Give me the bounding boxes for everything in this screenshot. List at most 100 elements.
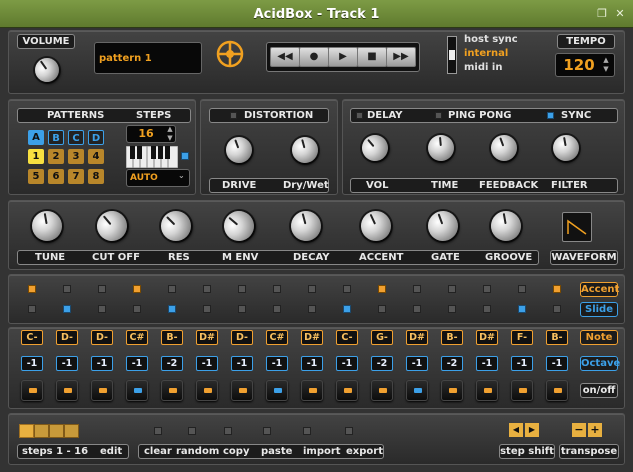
note-step-10[interactable]: C- <box>336 330 358 345</box>
note-step-12[interactable]: D# <box>406 330 428 345</box>
octave-step-16[interactable]: -1 <box>546 356 568 371</box>
octave-step-3[interactable]: -1 <box>91 356 113 371</box>
pattern-letter-d[interactable]: D <box>88 130 104 145</box>
gate-step-10[interactable] <box>336 380 358 401</box>
keyboard-led[interactable] <box>181 152 189 160</box>
note-step-8[interactable]: C# <box>266 330 288 345</box>
note-step-14[interactable]: D# <box>476 330 498 345</box>
octave-step-11[interactable]: -2 <box>371 356 393 371</box>
note-step-16[interactable]: B- <box>546 330 568 345</box>
pattern-number-8[interactable]: 8 <box>88 169 104 184</box>
slide-step-15[interactable] <box>518 305 526 313</box>
gate-step-2[interactable] <box>56 380 78 401</box>
note-step-9[interactable]: D# <box>301 330 323 345</box>
waveform-button[interactable] <box>562 212 592 242</box>
octave-step-1[interactable]: -1 <box>21 356 43 371</box>
export-button[interactable]: export <box>346 445 383 458</box>
octave-step-5[interactable]: -2 <box>161 356 183 371</box>
play-button[interactable]: ▶ <box>328 47 358 67</box>
pingpong-toggle-icon[interactable] <box>435 112 442 119</box>
step-page-4[interactable] <box>64 424 79 438</box>
accent-step-10[interactable] <box>343 285 351 293</box>
pattern-number-7[interactable]: 7 <box>68 169 84 184</box>
sync-option-host[interactable]: host sync <box>464 34 518 45</box>
transpose-minus-icon[interactable]: − <box>572 423 586 437</box>
record-button[interactable]: ● <box>299 47 329 67</box>
note-step-2[interactable]: D- <box>56 330 78 345</box>
delay-toggle-icon[interactable] <box>356 112 363 119</box>
slide-step-3[interactable] <box>98 305 106 313</box>
slide-step-14[interactable] <box>483 305 491 313</box>
slide-step-8[interactable] <box>273 305 281 313</box>
slide-step-5[interactable] <box>168 305 176 313</box>
transpose-plus-icon[interactable]: + <box>588 423 602 437</box>
steps-spinner-icon[interactable]: ▲ ▼ <box>165 125 175 143</box>
sync-selector[interactable] <box>447 36 457 74</box>
accent-step-11[interactable] <box>378 285 386 293</box>
octave-step-12[interactable]: -1 <box>406 356 428 371</box>
slide-step-11[interactable] <box>378 305 386 313</box>
note-step-13[interactable]: B- <box>441 330 463 345</box>
accent-step-16[interactable] <box>553 285 561 293</box>
paste-button[interactable]: paste <box>261 445 292 458</box>
slide-step-7[interactable] <box>238 305 246 313</box>
close-icon[interactable]: ✕ <box>613 7 627 21</box>
pattern-number-6[interactable]: 6 <box>48 169 64 184</box>
shift-left-icon[interactable]: ◀ <box>509 423 523 437</box>
note-step-5[interactable]: B- <box>161 330 183 345</box>
note-step-15[interactable]: F- <box>511 330 533 345</box>
octave-step-2[interactable]: -1 <box>56 356 78 371</box>
gate-step-14[interactable] <box>476 380 498 401</box>
copy-button[interactable]: copy <box>223 445 249 458</box>
pattern-name-display[interactable]: pattern 1 <box>94 42 202 74</box>
note-step-7[interactable]: D- <box>231 330 253 345</box>
random-button[interactable]: random <box>176 445 219 458</box>
note-step-6[interactable]: D# <box>196 330 218 345</box>
gate-step-1[interactable] <box>21 380 43 401</box>
octave-step-10[interactable]: -1 <box>336 356 358 371</box>
octave-step-14[interactable]: -1 <box>476 356 498 371</box>
pattern-number-5[interactable]: 5 <box>28 169 44 184</box>
tempo-spinner-icon[interactable]: ▲ ▼ <box>601 56 611 74</box>
accent-step-12[interactable] <box>413 285 421 293</box>
note-step-1[interactable]: C- <box>21 330 43 345</box>
gate-step-15[interactable] <box>511 380 533 401</box>
octave-step-6[interactable]: -1 <box>196 356 218 371</box>
forward-button[interactable]: ▶▶ <box>386 47 416 67</box>
slide-step-16[interactable] <box>553 305 561 313</box>
pattern-number-1[interactable]: 1 <box>28 149 44 164</box>
rewind-button[interactable]: ◀◀ <box>270 47 300 67</box>
gate-step-5[interactable] <box>161 380 183 401</box>
gate-step-11[interactable] <box>371 380 393 401</box>
accent-step-6[interactable] <box>203 285 211 293</box>
gate-step-4[interactable] <box>126 380 148 401</box>
gate-step-12[interactable] <box>406 380 428 401</box>
octave-step-15[interactable]: -1 <box>511 356 533 371</box>
octave-step-7[interactable]: -1 <box>231 356 253 371</box>
pattern-number-2[interactable]: 2 <box>48 149 64 164</box>
clear-button[interactable]: clear <box>144 445 172 458</box>
pattern-number-3[interactable]: 3 <box>68 149 84 164</box>
accent-step-2[interactable] <box>63 285 71 293</box>
slide-step-1[interactable] <box>28 305 36 313</box>
keyboard-icon[interactable] <box>126 146 178 168</box>
accent-step-14[interactable] <box>483 285 491 293</box>
distortion-toggle-icon[interactable] <box>230 112 237 119</box>
slide-step-10[interactable] <box>343 305 351 313</box>
gate-step-9[interactable] <box>301 380 323 401</box>
accent-step-7[interactable] <box>238 285 246 293</box>
slide-step-13[interactable] <box>448 305 456 313</box>
slide-step-4[interactable] <box>133 305 141 313</box>
accent-step-15[interactable] <box>518 285 526 293</box>
step-page-1[interactable] <box>19 424 34 438</box>
gate-step-3[interactable] <box>91 380 113 401</box>
pattern-letter-b[interactable]: B <box>48 130 64 145</box>
gate-step-7[interactable] <box>231 380 253 401</box>
step-page-3[interactable] <box>49 424 64 438</box>
pattern-number-4[interactable]: 4 <box>88 149 104 164</box>
sync-toggle-icon[interactable] <box>547 112 554 119</box>
accent-step-13[interactable] <box>448 285 456 293</box>
accent-step-4[interactable] <box>133 285 141 293</box>
accent-step-3[interactable] <box>98 285 106 293</box>
gate-step-13[interactable] <box>441 380 463 401</box>
